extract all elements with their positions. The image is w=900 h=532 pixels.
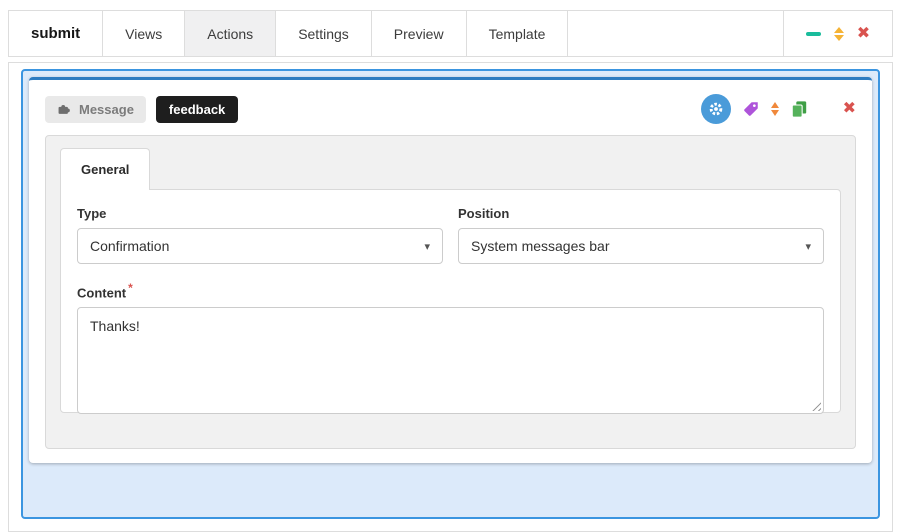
window-controls: ✖ [783, 11, 892, 56]
form-name-tab[interactable]: submit [9, 11, 103, 56]
puzzle-icon [57, 102, 71, 116]
required-asterisk: * [128, 281, 133, 295]
tab-preview[interactable]: Preview [372, 11, 467, 56]
sort-icon[interactable] [771, 102, 779, 116]
action-card-header: Message feedback [29, 80, 872, 124]
resize-handle-icon[interactable] [811, 401, 821, 411]
content-textarea[interactable]: Thanks! [77, 307, 824, 414]
type-label: Type [77, 206, 443, 221]
tab-template[interactable]: Template [467, 11, 569, 56]
action-type-badge: Message [45, 96, 146, 123]
action-card: Message feedback [29, 77, 872, 463]
action-editor-panel: General Type Confirmation ▾ Position [45, 135, 856, 449]
type-select[interactable]: Confirmation ▾ [77, 228, 443, 264]
position-select[interactable]: System messages bar ▾ [458, 228, 824, 264]
actions-panel: Message feedback [8, 62, 893, 532]
action-toolbar: ✖ [701, 94, 856, 124]
tab-actions[interactable]: Actions [185, 11, 276, 56]
selected-action-wrapper: Message feedback [21, 69, 880, 519]
action-type-label: Message [79, 102, 134, 117]
reorder-icon[interactable] [834, 27, 844, 41]
delete-icon[interactable]: ✖ [843, 101, 856, 117]
tab-views[interactable]: Views [103, 11, 185, 56]
tabbar-spacer [568, 11, 783, 56]
action-name-badge: feedback [156, 96, 238, 123]
content-label: Content* [77, 281, 824, 300]
close-icon[interactable]: ✖ [857, 26, 870, 42]
copy-icon[interactable] [790, 100, 808, 119]
content-textarea-value: Thanks! [90, 318, 140, 334]
top-tab-bar: submit Views Actions Settings Preview Te… [8, 10, 893, 57]
type-select-value: Confirmation [90, 238, 169, 254]
tab-settings[interactable]: Settings [276, 11, 372, 56]
tab-general[interactable]: General [60, 148, 150, 190]
content-label-text: Content [77, 285, 126, 300]
tag-icon[interactable] [742, 100, 760, 118]
general-tab-content: Type Confirmation ▾ Position System mess… [60, 189, 841, 413]
position-select-value: System messages bar [471, 238, 610, 254]
caret-down-icon: ▾ [805, 240, 811, 253]
minimize-icon[interactable] [806, 32, 821, 36]
gear-icon[interactable] [701, 94, 731, 124]
caret-down-icon: ▾ [424, 240, 430, 253]
position-label: Position [458, 206, 824, 221]
